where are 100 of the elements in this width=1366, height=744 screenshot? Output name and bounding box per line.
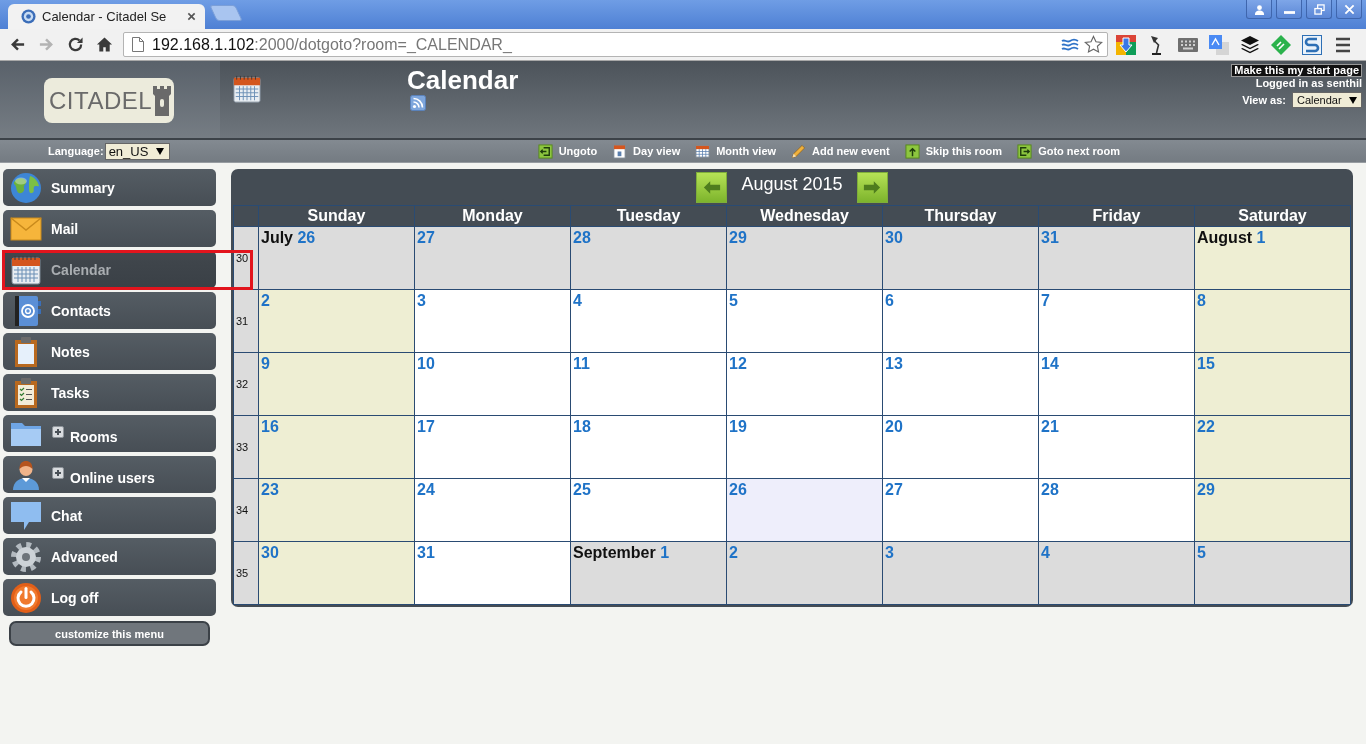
sidebar-item[interactable]: Advanced bbox=[3, 538, 216, 575]
weekday-header: Monday bbox=[415, 206, 571, 227]
plus-box-icon[interactable] bbox=[52, 467, 64, 479]
toolbar-link[interactable]: Add new event bbox=[791, 143, 890, 159]
day-cell: 11 bbox=[571, 353, 727, 416]
download-arrow-icon[interactable] bbox=[1116, 34, 1136, 55]
minimize-icon bbox=[1283, 10, 1295, 14]
language-label: Language: bbox=[48, 145, 104, 157]
swirl-tile-icon[interactable] bbox=[1302, 34, 1322, 55]
previous-month-button[interactable] bbox=[696, 172, 728, 203]
star-icon[interactable] bbox=[1084, 35, 1103, 54]
customize-menu-button[interactable]: customize this menu bbox=[9, 621, 210, 646]
sidebar-item[interactable]: Notes bbox=[3, 333, 216, 370]
day-cell: 22 bbox=[1195, 416, 1351, 479]
day-cell: 31 bbox=[1039, 227, 1195, 290]
browser-tab[interactable]: Calendar - Citadel Se bbox=[8, 4, 205, 29]
view-as-label: View as: bbox=[1242, 94, 1286, 106]
toolbar-link[interactable]: Skip this room bbox=[904, 143, 1003, 159]
profile-button[interactable] bbox=[1246, 0, 1272, 19]
week-number-cell: 33 bbox=[234, 416, 259, 479]
calendar-icon bbox=[231, 74, 263, 104]
day-cell: 9 bbox=[259, 353, 415, 416]
waves-icon[interactable] bbox=[1061, 37, 1079, 52]
week-number-cell: 32 bbox=[234, 353, 259, 416]
day-cell: 25 bbox=[571, 479, 727, 542]
weekday-header: Thursday bbox=[883, 206, 1039, 227]
sidebar-item[interactable]: Chat bbox=[3, 497, 216, 534]
page-icon bbox=[132, 37, 144, 52]
sidebar-item[interactable]: Tasks bbox=[3, 374, 216, 411]
day-cell: 4 bbox=[571, 290, 727, 353]
toolbar-link[interactable]: Goto next room bbox=[1017, 143, 1120, 159]
day-cell: 27 bbox=[883, 479, 1039, 542]
day-calendar-icon bbox=[612, 143, 628, 159]
view-as-select[interactable]: Calendar bbox=[1292, 92, 1362, 108]
close-window-button[interactable] bbox=[1336, 0, 1362, 19]
next-month-button[interactable] bbox=[856, 172, 888, 203]
weekday-header: Friday bbox=[1039, 206, 1195, 227]
day-cell: August 1 bbox=[1195, 227, 1351, 290]
close-icon[interactable] bbox=[187, 12, 196, 21]
week-number-cell: 35 bbox=[234, 542, 259, 605]
day-cell: 24 bbox=[415, 479, 571, 542]
room-title: Calendar bbox=[407, 66, 519, 94]
sidebar-item[interactable]: Summary bbox=[3, 169, 216, 206]
day-cell: 3 bbox=[883, 542, 1039, 605]
day-cell: 29 bbox=[727, 227, 883, 290]
minimize-button[interactable] bbox=[1276, 0, 1302, 19]
sidebar-item[interactable]: Contacts bbox=[3, 292, 216, 329]
start-page-link[interactable]: Make this my start page bbox=[1231, 64, 1362, 77]
day-cell: 3 bbox=[415, 290, 571, 353]
month-calendar-icon bbox=[695, 143, 711, 159]
sidebar-item[interactable]: Rooms bbox=[3, 415, 216, 452]
right-arrow-icon bbox=[863, 180, 882, 195]
address-bar[interactable]: 192.168.1.102:2000/dotgoto?room=_CALENDAR_ bbox=[123, 32, 1108, 57]
day-cell: 13 bbox=[883, 353, 1039, 416]
plus-box-icon[interactable] bbox=[52, 426, 64, 438]
day-cell: 12 bbox=[727, 353, 883, 416]
forward-arrow-icon bbox=[38, 36, 55, 53]
login-status: Logged in as senthil bbox=[1255, 77, 1362, 90]
rss-icon[interactable] bbox=[410, 95, 426, 111]
toolbar-link[interactable]: Day view bbox=[612, 143, 681, 159]
day-cell: 18 bbox=[571, 416, 727, 479]
overlapping-tiles-icon[interactable] bbox=[1209, 34, 1229, 55]
restore-button[interactable] bbox=[1306, 0, 1332, 19]
weekday-header: Tuesday bbox=[571, 206, 727, 227]
weekday-header: Saturday bbox=[1195, 206, 1351, 227]
day-cell: 29 bbox=[1195, 479, 1351, 542]
sidebar-item[interactable]: Mail bbox=[3, 210, 216, 247]
reload-icon bbox=[67, 36, 84, 53]
day-cell: 2 bbox=[259, 290, 415, 353]
day-cell: 14 bbox=[1039, 353, 1195, 416]
weekday-header: Sunday bbox=[259, 206, 415, 227]
month-title: August 2015 bbox=[741, 174, 843, 195]
tower-icon bbox=[153, 85, 172, 116]
day-cell: 28 bbox=[571, 227, 727, 290]
home-icon bbox=[96, 36, 113, 53]
day-cell: 21 bbox=[1039, 416, 1195, 479]
caret-icon bbox=[155, 147, 164, 155]
toolbar-link[interactable]: Month view bbox=[695, 143, 777, 159]
day-cell: 2 bbox=[727, 542, 883, 605]
day-cell: 28 bbox=[1039, 479, 1195, 542]
day-cell: 17 bbox=[415, 416, 571, 479]
user-icon bbox=[1253, 3, 1265, 15]
sidebar-item[interactable]: Online users bbox=[3, 456, 216, 493]
day-cell: 16 bbox=[259, 416, 415, 479]
day-cell: 30 bbox=[259, 542, 415, 605]
toolbar-link[interactable]: Ungoto bbox=[537, 143, 598, 159]
diamond-icon[interactable] bbox=[1271, 34, 1291, 55]
layers-icon[interactable] bbox=[1240, 34, 1260, 55]
logo-badge[interactable]: CITADEL bbox=[44, 78, 174, 123]
back-arrow-icon bbox=[9, 36, 26, 53]
speech-bubble-icon bbox=[10, 499, 42, 532]
language-select[interactable]: en_US bbox=[104, 142, 170, 160]
close-icon bbox=[1343, 3, 1355, 15]
sidebar-item[interactable]: Log off bbox=[3, 579, 216, 616]
day-cell: 31 bbox=[415, 542, 571, 605]
left-arrow-icon bbox=[702, 180, 721, 195]
day-cell: 5 bbox=[727, 290, 883, 353]
weekday-header: Wednesday bbox=[727, 206, 883, 227]
day-cell: 19 bbox=[727, 416, 883, 479]
globe-icon bbox=[10, 171, 42, 204]
